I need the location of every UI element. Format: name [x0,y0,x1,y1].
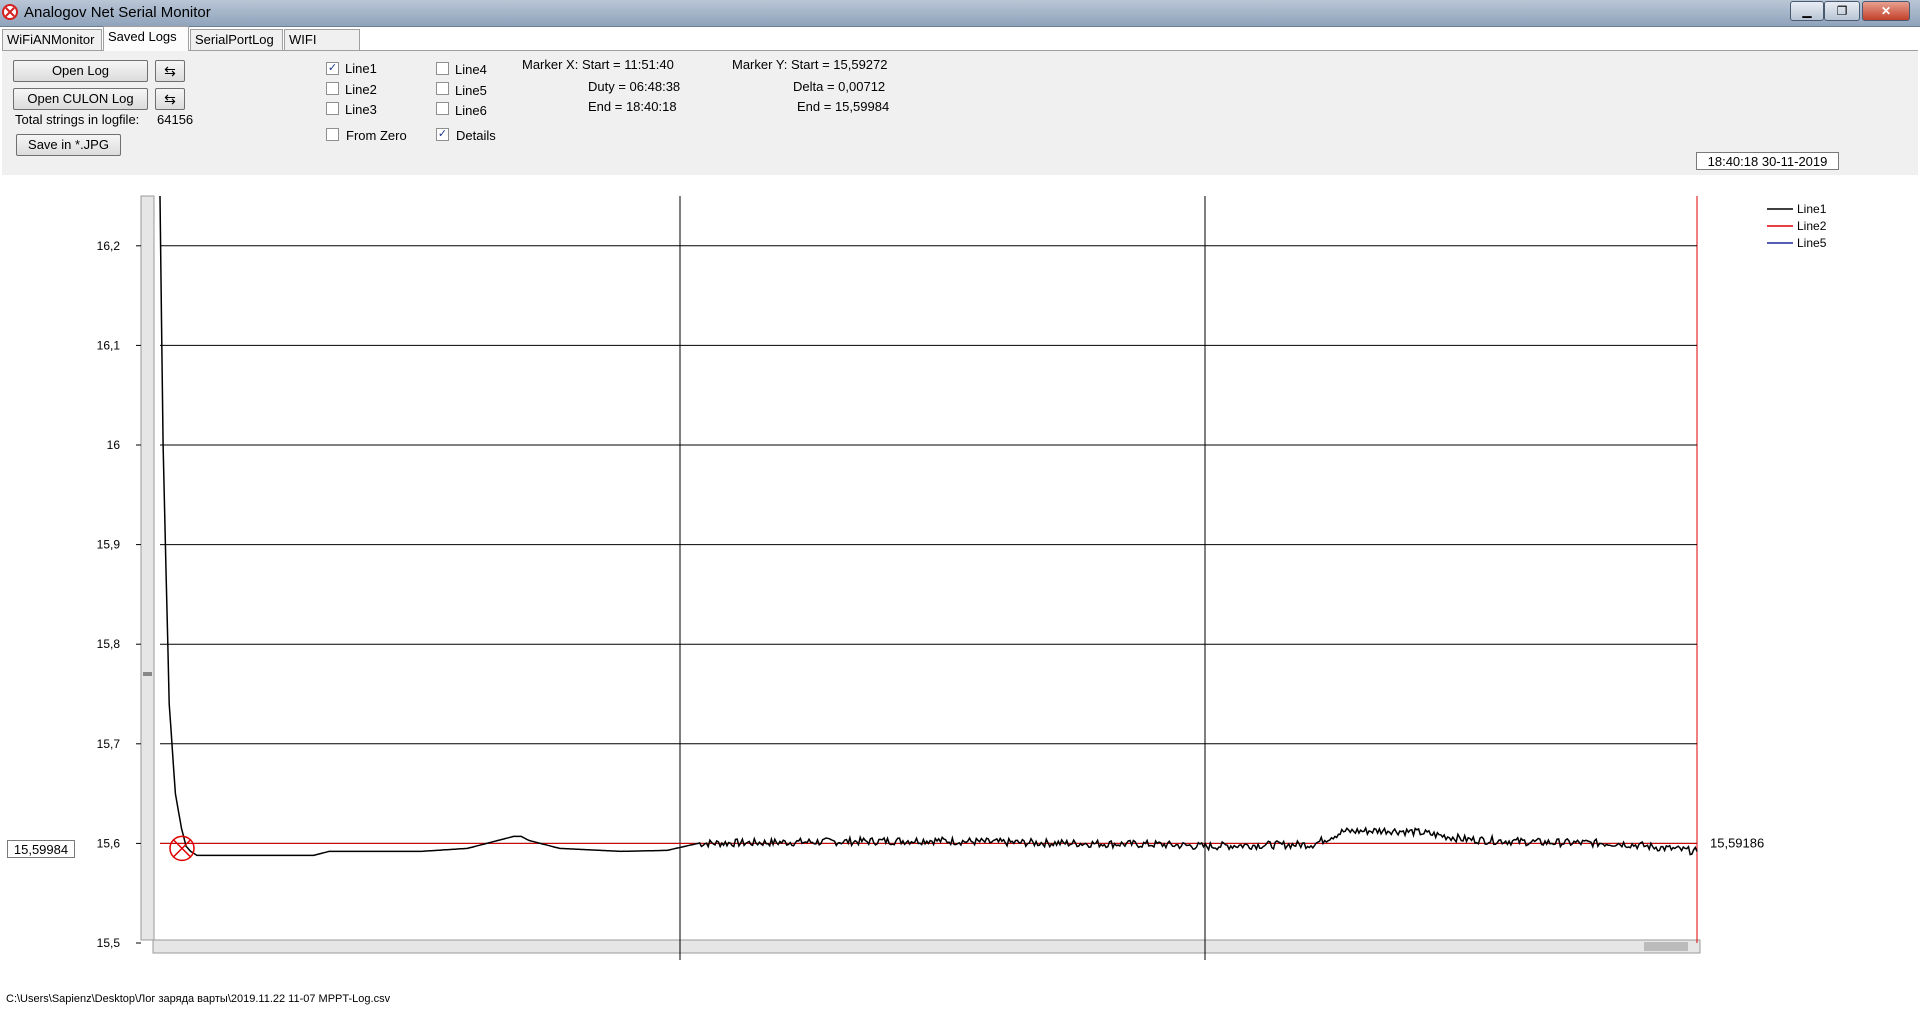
legend-label: Line5 [1797,236,1827,250]
file-path: C:\Users\Sapienz\Desktop\Лог заряда варт… [6,993,391,1005]
horizontal-scrollbar [152,939,1701,954]
status-bar: C:\Users\Sapienz\Desktop\Лог заряда варт… [0,990,1920,1010]
y-tick-label: 16,2 [97,239,121,253]
tab-saved-logs[interactable]: Saved Logs [103,26,189,51]
y-tick-label: 16,1 [97,338,121,352]
series-line1 [159,195,1698,857]
y-tick-label: 15,5 [97,936,121,950]
horizontal-scrollbar-thumb [1644,942,1688,951]
y-tick-label: 15,6 [97,836,121,850]
y-tick-label: 15,7 [97,737,121,751]
y-tick-label: 15,9 [97,538,121,552]
legend-label: Line1 [1797,202,1827,216]
cursor-value-right: 15,59186 [1710,835,1764,850]
vertical-scrollbar-thumb [143,672,152,676]
y-tick-label: 16 [107,438,121,452]
legend-label: Line2 [1797,219,1827,233]
voltage-chart[interactable]: 16,216,11615,915,815,715,615,5 15,59186 … [0,0,1920,1010]
y-tick-label: 15,8 [97,637,121,651]
vertical-scrollbar [140,195,155,941]
